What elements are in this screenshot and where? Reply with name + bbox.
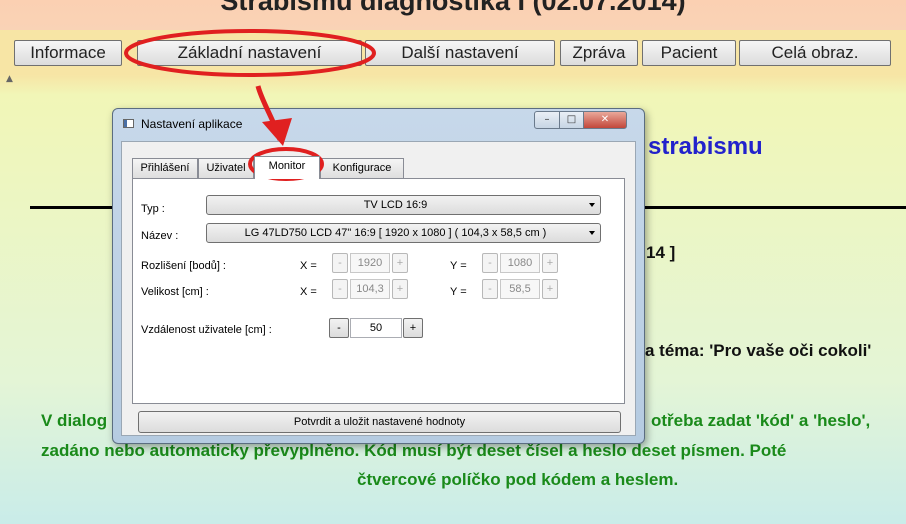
info-text-line2: zadáno nebo automaticky převyplněno. Kód… (41, 441, 787, 460)
window-app-icon (123, 119, 134, 128)
distance-minus-button[interactable]: - (329, 318, 349, 338)
info-text-line3: čtvercové políčko pod kódem a heslem. (357, 470, 679, 489)
dropdown-arrow-icon (589, 231, 595, 235)
dropdown-arrow-icon (589, 203, 595, 207)
info-text-line1-right: otřeba zadat 'kód' a 'heslo', (651, 411, 871, 430)
distance-label: Vzdálenost uživatele [cm] : (141, 324, 272, 336)
save-settings-button[interactable]: Potvrdit a uložit nastavené hodnoty (138, 411, 621, 433)
tab-monitor[interactable]: Monitor (254, 156, 320, 179)
menu-zakladni-nastaveni-button[interactable]: Základní nastavení (137, 40, 362, 66)
background-heading: strabismu (648, 133, 763, 160)
app-title: Strabismu diagnostika I (02.07.2014) (220, 0, 686, 16)
distance-value[interactable]: 50 (350, 318, 402, 338)
resolution-x-plus-button[interactable]: + (392, 253, 408, 273)
type-combobox[interactable]: TV LCD 16:9 (206, 195, 601, 215)
resolution-x-minus-button[interactable]: - (332, 253, 348, 273)
tab-prihlaseni[interactable]: Přihlášení (132, 158, 198, 178)
tab-konfigurace[interactable]: Konfigurace (320, 158, 404, 178)
size-y-label: Y = (450, 286, 467, 298)
settings-dialog: Nastavení aplikace – □ ✕ Přihlášení Uživ… (112, 108, 645, 444)
minimize-icon[interactable]: – (534, 111, 560, 129)
dialog-titlebar[interactable]: Nastavení aplikace – □ ✕ (113, 109, 644, 139)
monitor-name-combobox[interactable]: LG 47LD750 LCD 47" 16:9 [ 1920 x 1080 ] … (206, 223, 601, 243)
menu-informace-button[interactable]: Informace (14, 40, 122, 66)
background-theme-text: a téma: 'Pro vaše oči cokoli' (645, 341, 872, 360)
name-label: Název : (141, 230, 179, 242)
menu-bar: Informace Základní nastavení Další nasta… (0, 33, 906, 73)
type-label: Typ : (141, 203, 165, 215)
divider-line (30, 206, 114, 209)
dialog-title: Nastavení aplikace (141, 117, 243, 131)
resolution-y-plus-button[interactable]: + (542, 253, 558, 273)
resolution-label: Rozlišení [bodů] : (141, 260, 226, 272)
size-x-label: X = (300, 286, 317, 298)
size-x-value[interactable]: 104,3 (350, 279, 390, 299)
resolution-y-label: Y = (450, 260, 467, 272)
distance-plus-button[interactable]: + (403, 318, 423, 338)
tab-uzivatel[interactable]: Uživatel (198, 158, 254, 178)
menu-dalsi-nastaveni-button[interactable]: Další nastavení (365, 40, 555, 66)
menu-zprava-button[interactable]: Zpráva (560, 40, 638, 66)
resolution-y-value[interactable]: 1080 (500, 253, 540, 273)
size-y-plus-button[interactable]: + (542, 279, 558, 299)
resolution-y-minus-button[interactable]: - (482, 253, 498, 273)
monitor-tab-panel: Typ : TV LCD 16:9 Název : LG 47LD750 LCD… (132, 178, 625, 404)
size-x-plus-button[interactable]: + (392, 279, 408, 299)
info-text-line1-left: V dialog (41, 411, 108, 430)
type-value: TV LCD 16:9 (363, 199, 428, 211)
monitor-name-value: LG 47LD750 LCD 47" 16:9 [ 1920 x 1080 ] … (244, 227, 547, 239)
resolution-x-label: X = (300, 260, 317, 272)
maximize-icon[interactable]: □ (559, 111, 584, 129)
size-y-minus-button[interactable]: - (482, 279, 498, 299)
size-label: Velikost [cm] : (141, 286, 209, 298)
resolution-x-value[interactable]: 1920 (350, 253, 390, 273)
scroll-up-icon[interactable]: ▲ (6, 74, 13, 84)
dialog-client-area: Přihlášení Uživatel Monitor Konfigurace … (121, 141, 636, 436)
size-x-minus-button[interactable]: - (332, 279, 348, 299)
size-y-value[interactable]: 58,5 (500, 279, 540, 299)
background-date: 14 ] (646, 243, 676, 262)
menu-cela-obrazovka-button[interactable]: Celá obraz. (739, 40, 891, 66)
menu-pacient-button[interactable]: Pacient (642, 40, 736, 66)
title-strip: Strabismu diagnostika I (02.07.2014) (0, 0, 906, 30)
close-icon[interactable]: ✕ (583, 111, 627, 129)
divider-line-right (642, 206, 906, 209)
